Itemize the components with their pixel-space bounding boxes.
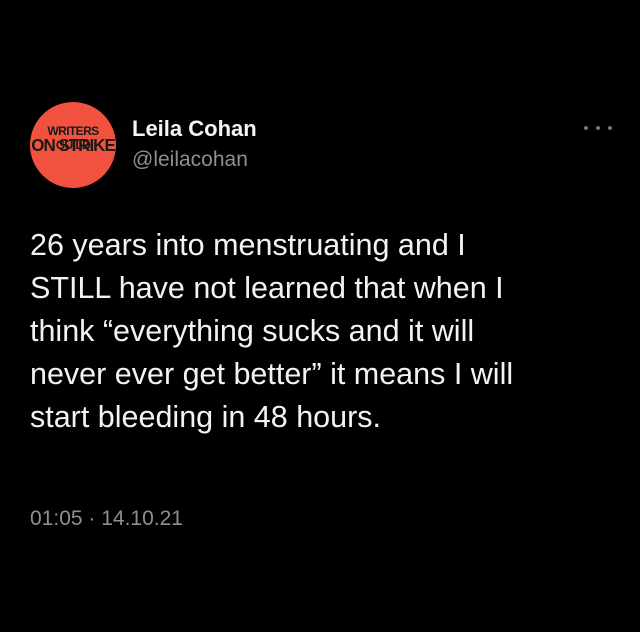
tweet-card: WRITERS GUILD ON STRIKE Leila Cohan @lei… [0, 0, 640, 632]
avatar-text-line2: ON STRIKE [31, 135, 116, 156]
more-dot [584, 126, 588, 130]
author-display-name[interactable]: Leila Cohan [132, 116, 257, 142]
author-handle[interactable]: @leilacohan [132, 147, 248, 173]
avatar[interactable]: WRITERS GUILD ON STRIKE [30, 102, 116, 188]
tweet-timestamp[interactable]: 01:05 · 14.10.21 [30, 506, 183, 532]
more-dot [596, 126, 600, 130]
more-options-icon[interactable] [584, 118, 612, 138]
tweet-text: 26 years into menstruating and I STILL h… [30, 228, 514, 434]
more-dot [608, 126, 612, 130]
